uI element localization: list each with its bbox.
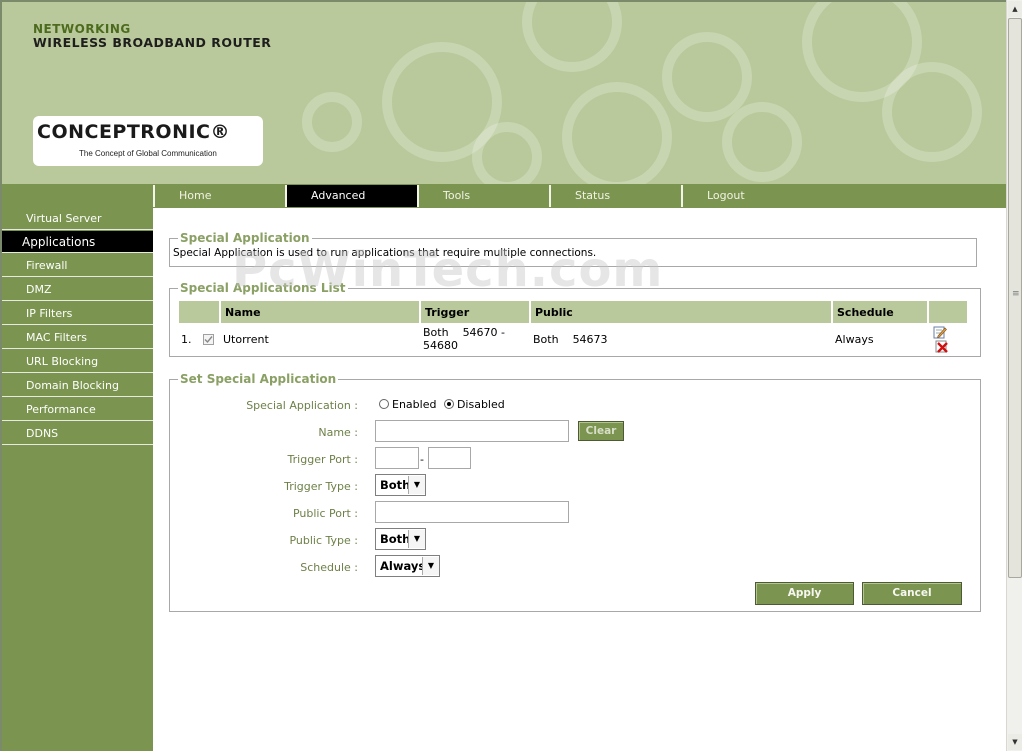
top-navigation: Home Advanced Tools Status Logout	[2, 184, 1006, 208]
header-name: Name	[221, 301, 419, 323]
sidebar-item-domain-blocking[interactable]: Domain Blocking	[2, 375, 153, 397]
row-trigger-type: Both	[423, 326, 449, 339]
table-row: 1. Utorrent Both 54670 - 54680 Both 5467…	[179, 325, 967, 353]
clear-button[interactable]: Clear	[578, 421, 624, 441]
sidebar-item-firewall[interactable]: Firewall	[2, 255, 153, 277]
brand-logo: CONCEPTRONIC® The Concept of Global Comm…	[33, 116, 263, 166]
trigger-port-label: Trigger Port :	[287, 453, 358, 466]
header-public: Public	[531, 301, 831, 323]
sidebar-item-ip-filters[interactable]: IP Filters	[2, 303, 153, 325]
tab-logout-label: Logout	[707, 189, 745, 202]
tab-advanced-label: Advanced	[311, 189, 366, 202]
trigger-port-start-input[interactable]	[375, 447, 419, 469]
header-actions	[929, 301, 967, 323]
trigger-type-label: Trigger Type :	[284, 480, 358, 493]
row-enabled-checkbox[interactable]	[203, 333, 214, 345]
schedule-label: Schedule :	[300, 561, 358, 574]
sidebar: Virtual Server Applications Firewall DMZ…	[2, 208, 153, 751]
enabled-radio[interactable]: Enabled	[379, 398, 436, 411]
table-header-row: Name Trigger Public Schedule	[179, 301, 967, 323]
enabled-radio-label: Enabled	[392, 398, 437, 411]
sidebar-item-performance[interactable]: Performance	[2, 399, 153, 421]
row-public-type: Both	[533, 332, 559, 346]
tab-home[interactable]: Home	[153, 185, 285, 207]
row-index: 1.	[181, 332, 192, 346]
row-index-cell: 1.	[179, 325, 219, 353]
name-input[interactable]	[375, 420, 569, 442]
row-public: Both 54673	[531, 325, 831, 353]
chevron-down-icon: ▼	[422, 557, 439, 575]
public-type-value: Both	[380, 532, 411, 546]
special-application-label: Special Application :	[246, 399, 358, 412]
sidebar-item-url-blocking[interactable]: URL Blocking	[2, 351, 153, 373]
tab-status[interactable]: Status	[549, 185, 681, 207]
chevron-down-icon: ▼	[408, 476, 425, 494]
sidebar-item-dmz[interactable]: DMZ	[2, 279, 153, 301]
tab-advanced[interactable]: Advanced	[285, 185, 417, 207]
name-label: Name :	[318, 426, 358, 439]
chevron-down-icon: ▼	[408, 530, 425, 548]
trigger-type-value: Both	[380, 478, 411, 492]
delete-icon[interactable]	[935, 339, 949, 353]
sidebar-item-ddns[interactable]: DDNS	[2, 423, 153, 445]
row-actions	[929, 325, 967, 353]
row-name: Utorrent	[223, 332, 269, 346]
sidebar-item-mac-filters[interactable]: MAC Filters	[2, 327, 153, 349]
tab-tools-label: Tools	[443, 189, 471, 202]
logo-wordmark: CONCEPTRONIC®	[37, 121, 231, 143]
trigger-port-end-input[interactable]	[428, 447, 471, 469]
sidebar-item-virtual-server[interactable]: Virtual Server	[2, 208, 153, 230]
tab-logout[interactable]: Logout	[681, 185, 813, 207]
sidebar-item-applications[interactable]: Applications	[2, 231, 153, 253]
product-line: NETWORKING	[33, 22, 131, 36]
watermark: PcWinTech.com	[232, 242, 664, 298]
trigger-type-select[interactable]: Both ▼	[375, 474, 426, 496]
applications-table: Name Trigger Public Schedule 1. Utorrent…	[177, 299, 969, 355]
disabled-radio[interactable]: Disabled	[443, 398, 505, 411]
header-banner: NETWORKING WIRELESS BROADBAND ROUTER CON…	[2, 2, 1006, 184]
scroll-down-arrow-icon[interactable]: ▼	[1008, 734, 1022, 750]
vertical-scrollbar[interactable]: ▲ ▼	[1006, 0, 1022, 751]
schedule-value: Always	[380, 559, 426, 573]
scroll-thumb[interactable]	[1008, 18, 1022, 578]
apply-button[interactable]: Apply	[755, 582, 854, 605]
form-title: Set Special Application	[180, 372, 337, 386]
public-type-label: Public Type :	[289, 534, 358, 547]
router-frame: NETWORKING WIRELESS BROADBAND ROUTER CON…	[0, 0, 1006, 751]
row-public-ports: 54673	[572, 332, 608, 346]
tab-status-label: Status	[575, 189, 611, 202]
header-trigger: Trigger	[421, 301, 529, 323]
public-port-label: Public Port :	[292, 507, 358, 520]
row-schedule: Always	[835, 332, 874, 346]
product-name: WIRELESS BROADBAND ROUTER	[33, 35, 272, 50]
public-port-input[interactable]	[375, 501, 569, 523]
cancel-button[interactable]: Cancel	[862, 582, 962, 605]
trigger-port-separator: -	[420, 453, 424, 466]
logo-tagline: The Concept of Global Communication	[79, 149, 217, 158]
row-trigger: Both 54670 - 54680	[421, 325, 529, 353]
tab-home-label: Home	[179, 189, 212, 202]
disabled-radio-label: Disabled	[456, 398, 505, 411]
enable-radio-group: Enabled Disabled	[379, 398, 505, 411]
tab-tools[interactable]: Tools	[417, 185, 549, 207]
scroll-up-arrow-icon[interactable]: ▲	[1008, 1, 1022, 17]
edit-icon[interactable]	[933, 325, 947, 339]
public-type-select[interactable]: Both ▼	[375, 528, 426, 550]
header-blank	[179, 301, 219, 323]
schedule-select[interactable]: Always ▼	[375, 555, 440, 577]
header-schedule: Schedule	[833, 301, 927, 323]
